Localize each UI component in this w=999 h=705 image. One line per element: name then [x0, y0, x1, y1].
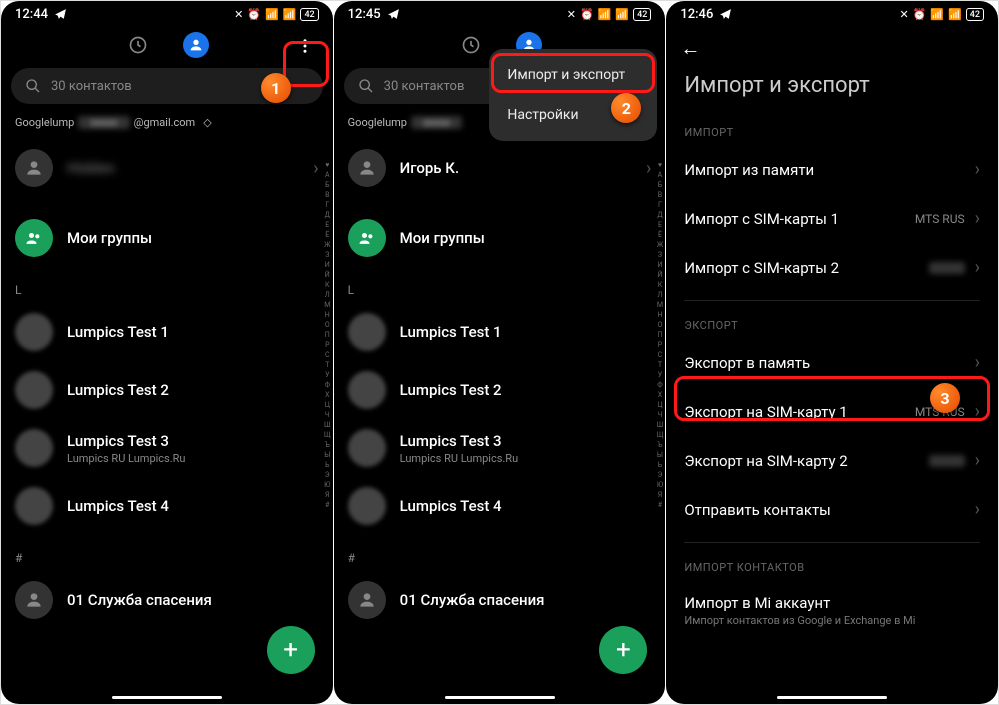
more-button[interactable]: [289, 30, 321, 62]
clock: 12:46: [680, 7, 713, 22]
screen-1-contacts: 12:44 ✕ ⏰ 📶 📶 42 1 30 контактов Googlelu…: [1, 1, 333, 704]
section-L: L: [1, 267, 333, 303]
menu-settings[interactable]: Настройки: [489, 95, 657, 135]
contact-row[interactable]: Игорь К. ›: [334, 139, 666, 197]
chevron-right-icon: ›: [975, 257, 980, 278]
contact-row[interactable]: Lumpics Test 4: [334, 477, 666, 535]
contact-row[interactable]: Lumpics Test 3Lumpics RU Lumpics.Ru: [1, 419, 333, 477]
chevron-right-icon: ›: [313, 158, 318, 179]
row-import-mi[interactable]: Импорт в Mi аккаунт Импорт контактов из …: [666, 580, 998, 631]
battery-indicator: 42: [633, 8, 651, 21]
status-bar: 12:44 ✕ ⏰ 📶 📶 42: [1, 1, 333, 24]
row-import-memory[interactable]: Импорт из памяти ›: [666, 145, 998, 194]
page-title: Импорт и экспорт: [666, 67, 998, 116]
contact-row[interactable]: Lumpics Test 1: [1, 303, 333, 361]
section-export: ЭКСПОРТ: [666, 309, 998, 338]
section-hash: #: [1, 535, 333, 571]
row-export-sim2[interactable]: Экспорт на SIM-карту 2 ›: [666, 436, 998, 485]
row-send-contacts[interactable]: Отправить контакты ›: [666, 485, 998, 534]
row-export-memory[interactable]: Экспорт в память ›: [666, 338, 998, 387]
contact-emergency[interactable]: 01 Служба спасения: [1, 571, 333, 629]
search-bar[interactable]: 30 контактов: [11, 68, 323, 104]
row-import-sim2[interactable]: Импорт с SIM-карты 2 ›: [666, 243, 998, 292]
contact-hidden[interactable]: Hidden ›: [1, 139, 333, 197]
groups-row[interactable]: Мои группы: [1, 209, 333, 267]
telegram-icon: [54, 8, 67, 21]
chevron-right-icon: ›: [975, 159, 980, 180]
row-export-sim1[interactable]: Экспорт на SIM-карту 1 MTS RUS ›: [666, 387, 998, 436]
chevron-right-icon: ›: [975, 499, 980, 520]
battery-indicator: 42: [966, 8, 984, 21]
chevron-right-icon: ›: [975, 401, 980, 422]
row-import-sim1[interactable]: Импорт с SIM-карты 1 MTS RUS ›: [666, 194, 998, 243]
screen-3-settings: 12:46 ✕⏰📶📶 42 ← Импорт и экспорт ИМПОРТ …: [666, 1, 998, 704]
search-icon: [25, 78, 41, 94]
tab-recent[interactable]: [458, 32, 484, 58]
chevron-right-icon: ›: [975, 450, 980, 471]
telegram-icon: [387, 8, 400, 21]
contact-row[interactable]: Lumpics Test 2: [1, 361, 333, 419]
clock: 12:44: [15, 7, 48, 22]
alpha-index[interactable]: ♥АБВГДЕЁЖЗИЙКЛМНОПРСТУФХЦЧШЩЪЫЬЭЮЯ#: [324, 161, 331, 510]
menu-import-export[interactable]: Импорт и экспорт: [489, 55, 657, 95]
fab-add[interactable]: +: [599, 626, 647, 674]
chevron-down-icon: ◇: [203, 116, 211, 129]
fab-add[interactable]: +: [267, 626, 315, 674]
chevron-right-icon: ›: [975, 352, 980, 373]
telegram-icon: [719, 8, 732, 21]
account-row[interactable]: Googlelumpxxxxx@gmail.com ◇: [1, 110, 333, 139]
contact-row[interactable]: Lumpics Test 1: [334, 303, 666, 361]
contact-emergency[interactable]: 01 Служба спасения: [334, 571, 666, 629]
status-bar: 12:46 ✕⏰📶📶 42: [666, 1, 998, 24]
back-button[interactable]: ←: [680, 36, 700, 61]
popup-menu: Импорт и экспорт Настройки: [489, 49, 657, 141]
chevron-right-icon: ›: [975, 208, 980, 229]
mute-icon: ✕: [234, 8, 243, 21]
signal-icon: 📶: [265, 8, 279, 21]
home-handle[interactable]: [445, 696, 555, 699]
alarm-icon: ⏰: [247, 8, 261, 21]
alpha-index[interactable]: ♥АБВГДЕЁЖЗИЙКЛМНОПРСТУФХЦЧШЩЪЫЬЭЮЯ#: [657, 161, 664, 510]
battery-indicator: 42: [300, 8, 318, 21]
tab-recent[interactable]: [125, 32, 151, 58]
wifi-icon: 📶: [283, 8, 297, 21]
contact-row[interactable]: Lumpics Test 2: [334, 361, 666, 419]
screen-2-menu: 12:45 ✕⏰📶📶 42 Импорт и экспорт Настройки…: [334, 1, 666, 704]
clock: 12:45: [348, 7, 381, 22]
section-import: ИМПОРТ: [666, 116, 998, 145]
home-handle[interactable]: [112, 696, 222, 699]
groups-row[interactable]: Мои группы: [334, 209, 666, 267]
chevron-right-icon: ›: [646, 158, 651, 179]
search-placeholder: 30 контактов: [51, 79, 132, 94]
contact-row[interactable]: Lumpics Test 3Lumpics RU Lumpics.Ru: [334, 419, 666, 477]
top-tabs: [1, 24, 333, 62]
section-import-contacts: ИМПОРТ КОНТАКТОВ: [666, 551, 998, 580]
settings-header: ←: [666, 24, 998, 67]
home-handle[interactable]: [777, 696, 887, 699]
tab-contacts[interactable]: [183, 32, 209, 58]
avatar: [15, 149, 53, 187]
contact-row[interactable]: Lumpics Test 4: [1, 477, 333, 535]
search-icon: [358, 78, 374, 94]
status-bar: 12:45 ✕⏰📶📶 42: [334, 1, 666, 24]
groups-icon: [15, 219, 53, 257]
